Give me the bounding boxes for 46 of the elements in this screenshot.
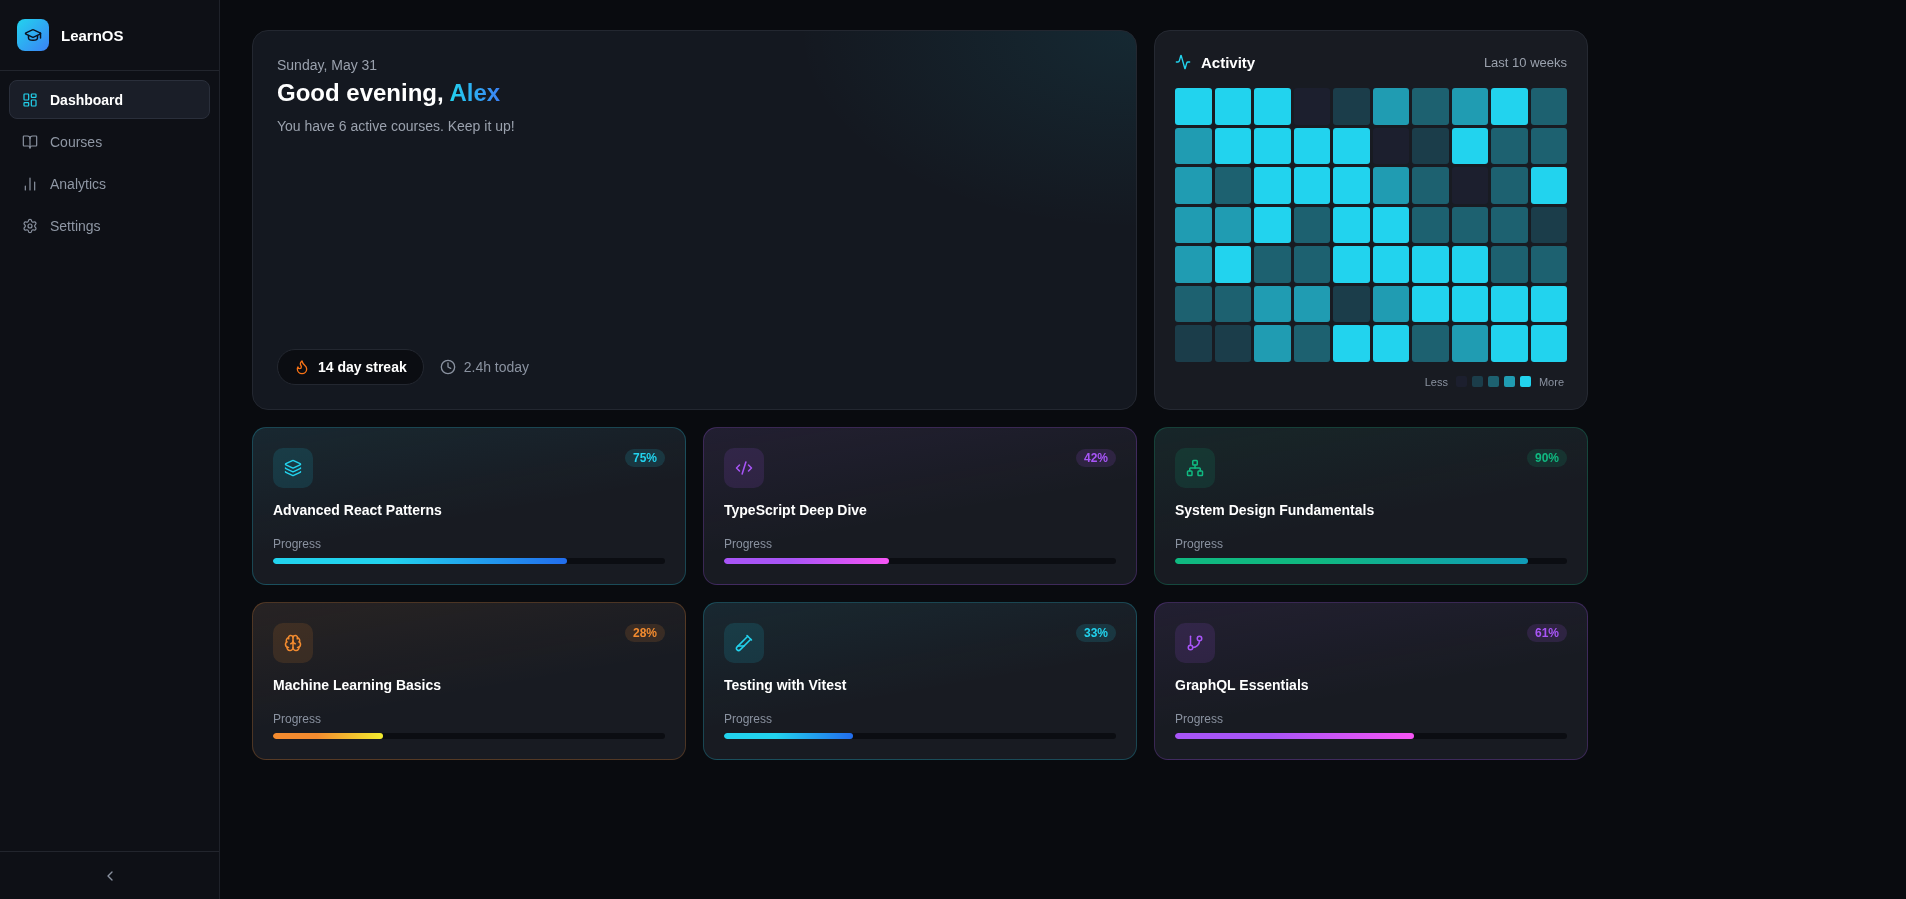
brand-name: LearnOS xyxy=(61,26,124,44)
progress-label: Progress xyxy=(1175,712,1224,726)
graduation-cap-icon xyxy=(17,19,49,51)
course-title: GraphQL Essentials xyxy=(1175,676,1309,695)
progress-percent: 90% xyxy=(1526,449,1567,467)
progress-label: Progress xyxy=(273,537,322,551)
bar-chart-icon xyxy=(22,175,38,192)
book-icon xyxy=(22,133,38,150)
progress-percent: 33% xyxy=(1075,624,1116,642)
progress-percent: 28% xyxy=(624,624,665,642)
progress-percent: 61% xyxy=(1526,624,1567,642)
clock-icon xyxy=(439,359,456,375)
flame-icon xyxy=(294,359,310,375)
progress-percent: 75% xyxy=(624,449,665,467)
legend-label: Less xyxy=(1424,375,1448,388)
course-title: System Design Fundamentals xyxy=(1175,501,1375,520)
greeting-title: Good evening, Alex xyxy=(277,78,501,108)
test-tube-icon xyxy=(724,623,764,663)
settings-icon xyxy=(22,217,38,234)
dashboard-icon xyxy=(22,91,38,108)
progress-label: Progress xyxy=(724,537,773,551)
course-title: TypeScript Deep Dive xyxy=(724,501,867,520)
branch-icon xyxy=(1175,623,1215,663)
course-title: Testing with Vitest xyxy=(724,676,847,695)
nav-item[interactable]: Courses xyxy=(9,122,210,161)
progress-label: Progress xyxy=(1175,537,1224,551)
layers-icon xyxy=(273,448,313,488)
legend-label: More xyxy=(1538,375,1564,388)
time-today-text: 2.4h today xyxy=(463,359,530,375)
streak-text: 14 day streak xyxy=(318,359,407,375)
date-text: Sunday, May 31 xyxy=(277,56,378,75)
brain-icon xyxy=(273,623,313,663)
progress-label: Progress xyxy=(724,712,773,726)
subtitle-text: You have 6 active courses. Keep it up! xyxy=(277,117,515,136)
range-label: Last 10 weeks xyxy=(1483,54,1567,70)
nav-item[interactable]: Dashboard xyxy=(9,80,210,119)
nav-item[interactable]: Settings xyxy=(9,206,210,245)
nav-item[interactable]: Analytics xyxy=(9,164,210,203)
progress-label: Progress xyxy=(273,712,322,726)
progress-percent: 42% xyxy=(1075,449,1116,467)
course-title: Advanced React Patterns xyxy=(273,501,442,520)
course-title: Machine Learning Basics xyxy=(273,676,442,695)
code-icon xyxy=(724,448,764,488)
pulse-icon xyxy=(1175,54,1191,70)
activity-title: Activity xyxy=(1201,53,1256,71)
network-icon xyxy=(1175,448,1215,488)
